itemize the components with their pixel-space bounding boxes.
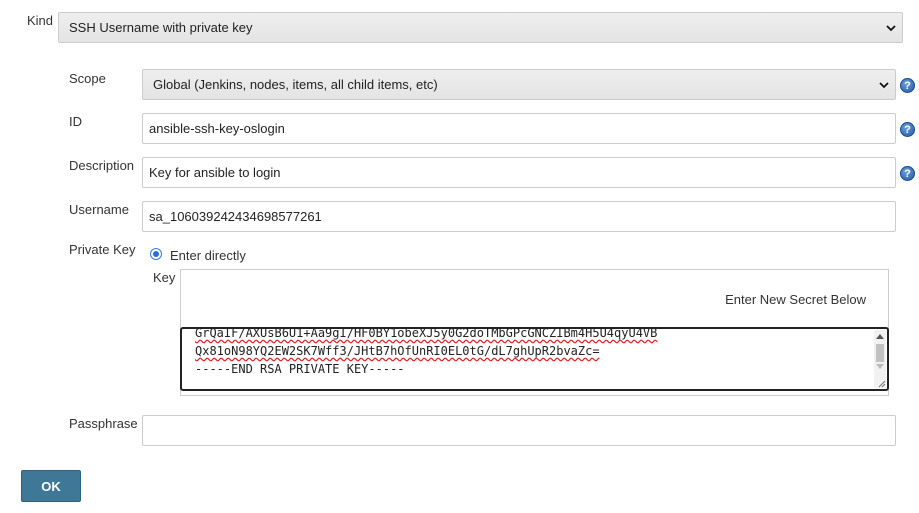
passphrase-label: Passphrase (69, 416, 138, 431)
username-label: Username (69, 202, 129, 217)
chevron-down-icon (879, 81, 889, 88)
enter-new-secret-text: Enter New Secret Below (725, 292, 866, 307)
description-value: Key for ansible to login (149, 165, 281, 180)
kind-select[interactable]: SSH Username with private key (58, 12, 903, 43)
private-key-textarea[interactable]: GrQaIF/AXUsB6U1+Aa9gI/HF0BY1obeXJ5y0G2do… (180, 327, 889, 391)
username-input[interactable]: sa_106039242434698577261 (142, 201, 896, 232)
kind-value: SSH Username with private key (69, 20, 253, 35)
ok-button[interactable]: OK (21, 470, 81, 502)
kind-label: Kind (27, 13, 54, 28)
resize-grip-icon[interactable] (876, 378, 886, 388)
private-key-label: Private Key (69, 242, 136, 257)
key-line-3: -----END RSA PRIVATE KEY----- (195, 362, 405, 376)
chevron-down-icon (886, 24, 896, 31)
passphrase-input[interactable] (142, 415, 896, 446)
id-input[interactable]: ansible-ssh-key-oslogin (142, 113, 896, 144)
key-line-2: Qx81oN98YQ2EW2SK7Wff3/JHtB7hOfUnRI0EL0tG… (195, 344, 600, 358)
enter-directly-radio[interactable] (150, 248, 162, 260)
username-value: sa_106039242434698577261 (149, 209, 322, 224)
scope-select[interactable]: Global (Jenkins, nodes, items, all child… (142, 69, 896, 100)
scroll-up-icon[interactable] (876, 333, 884, 339)
key-line-1: GrQaIF/AXUsB6U1+Aa9gI/HF0BY1obeXJ5y0G2do… (195, 327, 658, 340)
textarea-scrollbar[interactable] (874, 330, 886, 388)
scope-label: Scope (69, 71, 106, 86)
key-label: Key (153, 270, 176, 285)
scope-value: Global (Jenkins, nodes, items, all child… (153, 77, 438, 92)
id-label: ID (69, 114, 82, 129)
id-value: ansible-ssh-key-oslogin (149, 121, 285, 136)
description-input[interactable]: Key for ansible to login (142, 157, 896, 188)
description-label: Description (69, 158, 135, 173)
scroll-thumb[interactable] (876, 344, 884, 362)
description-help-icon[interactable]: ? (900, 166, 915, 181)
id-help-icon[interactable]: ? (900, 122, 915, 137)
scroll-down-icon[interactable] (876, 364, 884, 370)
enter-directly-label[interactable]: Enter directly (170, 248, 246, 263)
scope-help-icon[interactable]: ? (900, 78, 915, 93)
